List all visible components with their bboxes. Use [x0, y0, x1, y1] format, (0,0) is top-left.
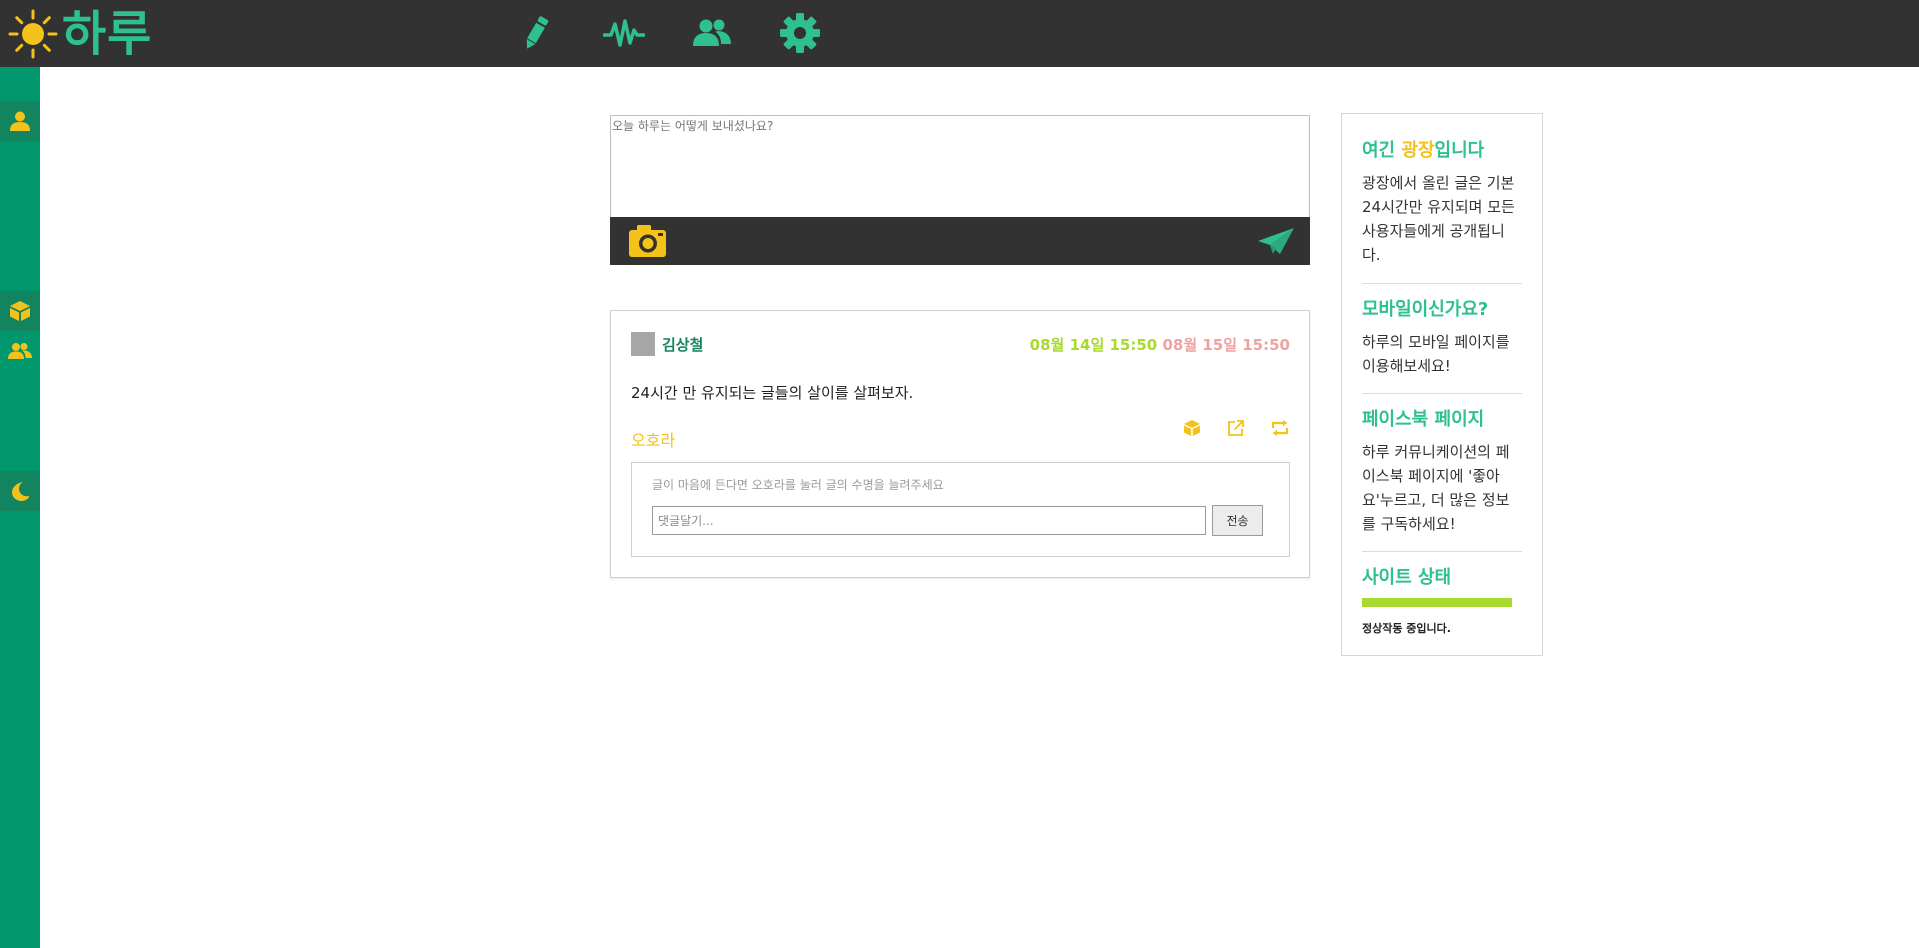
paper-plane-icon [1258, 228, 1294, 254]
mobile-section[interactable]: 모바일이신가요? 하루의 모바일 페이지를 이용해보세요! [1362, 295, 1522, 378]
plaza-title: 여긴 광장입니다 [1362, 140, 1485, 161]
photo-upload-button[interactable] [626, 223, 668, 259]
facebook-section[interactable]: 페이스북 페이지 하루 커뮤니케이션의 페이스북 페이지에 '좋아요'누르고, … [1362, 405, 1522, 536]
avatar[interactable] [631, 332, 655, 356]
app-name: 하루 [62, 6, 153, 62]
camera-icon [629, 225, 666, 257]
facebook-title[interactable]: 페이스북 페이지 [1362, 405, 1522, 431]
comment-hint: 글이 마음에 든다면 오호라를 눌러 글의 수명을 늘려주세요 [652, 478, 944, 492]
site-status-text: 정상작동 중입니다. [1362, 622, 1451, 635]
divider [1362, 283, 1522, 284]
post-actions [1183, 419, 1289, 437]
post-dates: 08월 14일 15:50 08월 15일 15:50 [1030, 334, 1290, 355]
profile-button[interactable] [0, 101, 40, 141]
top-nav [492, 10, 844, 56]
plaza-text: 광장에서 올린 글은 기본 24시간만 유지되며 모든 사용자들에게 공개됩니다… [1362, 174, 1515, 264]
post-composer [610, 115, 1310, 265]
write-button[interactable] [492, 10, 580, 56]
post-date-expires: 08월 15일 15:50 [1162, 336, 1290, 354]
divider [1362, 393, 1522, 394]
composer-toolbar [610, 217, 1310, 265]
aurora-label: 오호라 [631, 431, 676, 450]
plaza-section: 여긴 광장입니다 광장에서 올린 글은 기본 24시간만 유지되며 모든 사용자… [1362, 136, 1522, 267]
facebook-text: 하루 커뮤니케이션의 페이스북 페이지에 '좋아요'누르고, 더 많은 정보를 … [1362, 443, 1510, 533]
post-body: 24시간 만 유지되는 글들의 살이를 살펴보자. [631, 384, 914, 402]
site-status-title: 사이트 상태 [1362, 567, 1452, 588]
gear-icon [780, 13, 820, 53]
user-icon [10, 111, 30, 131]
left-rail [0, 67, 40, 948]
logo[interactable]: 하루 [8, 6, 152, 62]
cube-icon [10, 301, 30, 321]
site-status-section: 사이트 상태 정상작동 중입니다. [1362, 563, 1522, 636]
cube-icon[interactable] [1183, 419, 1201, 437]
send-post-button[interactable] [1256, 226, 1296, 256]
users-icon [693, 19, 731, 46]
settings-button[interactable] [756, 10, 844, 56]
comment-submit-button[interactable]: 전송 [1212, 505, 1263, 536]
post-input[interactable] [611, 116, 1309, 217]
activity-button[interactable] [580, 10, 668, 56]
post-date-posted: 08월 14일 15:50 [1029, 336, 1158, 354]
pulse-icon [603, 19, 645, 47]
aurora-button[interactable] [0, 291, 40, 331]
post-author[interactable]: 김상철 [662, 334, 703, 355]
comment-box: 글이 마음에 든다면 오호라를 눌러 글의 수명을 늘려주세요 전송 [631, 462, 1290, 557]
friends-button[interactable] [668, 10, 756, 56]
comment-input[interactable] [652, 506, 1206, 535]
post-card: 김상철 08월 14일 15:50 08월 15일 15:50 24시간 만 유… [610, 310, 1310, 578]
site-status-bar [1362, 598, 1512, 607]
sun-icon [8, 9, 58, 59]
users-icon [8, 343, 32, 359]
info-sidebar: 여긴 광장입니다 광장에서 올린 글은 기본 24시간만 유지되며 모든 사용자… [1341, 113, 1543, 656]
friends-rail-button[interactable] [0, 331, 40, 371]
divider [1362, 551, 1522, 552]
night-mode-button[interactable] [0, 471, 40, 511]
moon-icon [12, 482, 30, 501]
share-icon[interactable] [1227, 419, 1245, 437]
mobile-title[interactable]: 모바일이신가요? [1362, 295, 1522, 321]
mobile-text: 하루의 모바일 페이지를 이용해보세요! [1362, 333, 1510, 375]
pencil-icon [526, 16, 549, 49]
repost-icon[interactable] [1271, 419, 1289, 437]
top-bar: 하루 [0, 0, 1919, 67]
